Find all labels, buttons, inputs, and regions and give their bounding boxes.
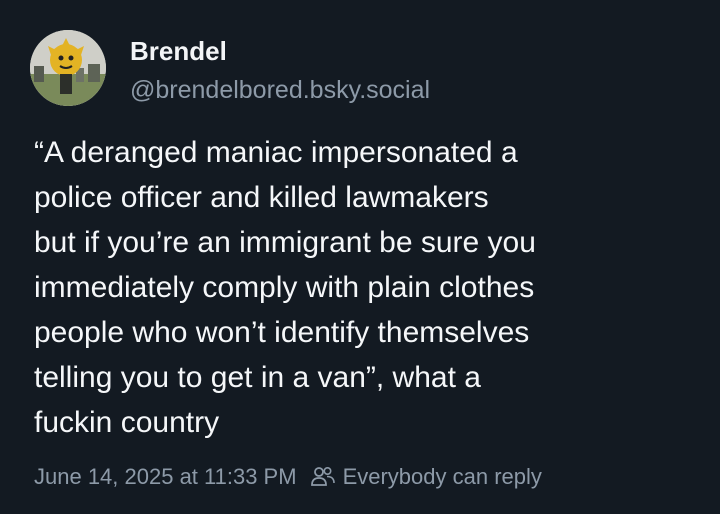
- author-display-name[interactable]: Brendel: [130, 36, 227, 67]
- post-card: Brendel @brendelbored.bsky.social “A der…: [0, 0, 720, 514]
- reply-setting: Everybody can reply: [310, 464, 542, 490]
- people-icon: [310, 466, 335, 488]
- reply-setting-label: Everybody can reply: [342, 464, 542, 489]
- avatar[interactable]: [30, 30, 106, 106]
- author-handle[interactable]: @brendelbored.bsky.social: [130, 76, 430, 105]
- post-footer: June 14, 2025 at 11:33 PM Everybody can …: [34, 460, 542, 494]
- post-text: “A deranged maniac impersonated a police…: [34, 136, 536, 439]
- avatar-image: [30, 30, 106, 106]
- post-timestamp[interactable]: June 14, 2025 at 11:33 PM: [34, 464, 297, 490]
